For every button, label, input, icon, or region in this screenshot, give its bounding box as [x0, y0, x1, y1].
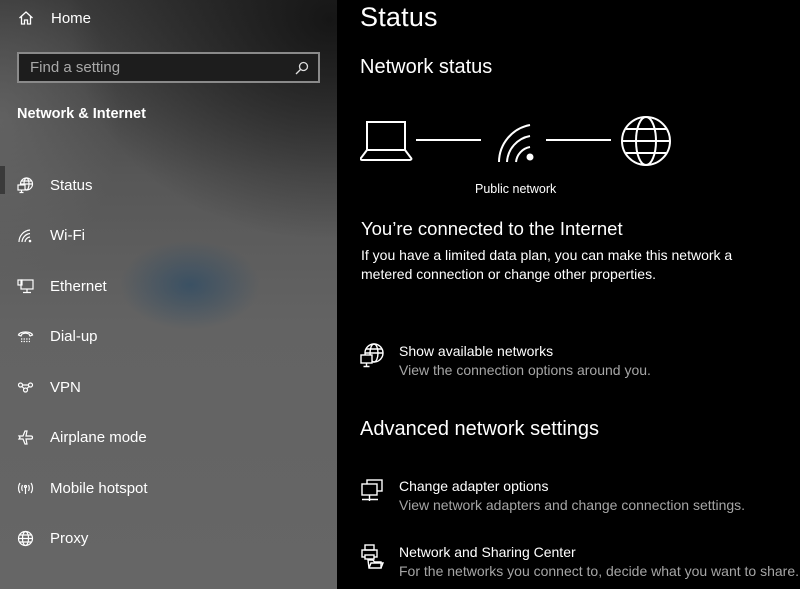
- globe-icon: [17, 531, 34, 547]
- status-globe-icon: [17, 177, 34, 193]
- network-type-label: Public network: [475, 182, 557, 196]
- home-link[interactable]: Home: [18, 8, 91, 28]
- sidebar-item-vpn[interactable]: VPN: [0, 362, 337, 413]
- network-diagram: [360, 116, 671, 166]
- sidebar-item-label: Ethernet: [50, 277, 107, 295]
- sidebar-item-label: Airplane mode: [50, 429, 147, 447]
- sidebar-item-label: Dial-up: [50, 328, 98, 346]
- connection-status-title: You’re connected to the Internet: [361, 218, 623, 239]
- sidebar-item-proxy[interactable]: Proxy: [0, 514, 337, 565]
- advanced-settings-heading: Advanced network settings: [360, 418, 600, 440]
- globe-icon: [621, 116, 671, 166]
- sidebar: Home Network & Internet Status Wi-Fi Eth: [0, 0, 337, 589]
- airplane-icon: [17, 430, 34, 445]
- adapter-monitors-icon: [361, 479, 383, 501]
- link-desc: View network adapters and change connect…: [399, 497, 746, 513]
- link-title: Network and Sharing Center: [399, 544, 576, 560]
- hotspot-icon: [17, 482, 34, 494]
- link-title: Change adapter options: [399, 478, 549, 494]
- sidebar-item-airplane[interactable]: Airplane mode: [0, 413, 337, 464]
- show-available-networks-link[interactable]: Show available networks View the connect…: [360, 342, 651, 380]
- change-adapter-options-link[interactable]: Change adapter options View network adap…: [360, 477, 745, 515]
- network-status-heading: Network status: [360, 56, 493, 78]
- connection-status-desc: If you have a limited data plan, you can…: [361, 247, 733, 282]
- network-globe-icon: [360, 343, 384, 368]
- wifi-icon: [18, 229, 32, 243]
- laptop-icon: [360, 121, 413, 161]
- sidebar-item-dialup[interactable]: Dial-up: [0, 312, 337, 363]
- link-title: Show available networks: [399, 343, 554, 359]
- wifi-icon: [498, 124, 534, 163]
- link-desc: For the networks you connect to, decide …: [399, 563, 799, 579]
- sidebar-item-label: Mobile hotspot: [50, 479, 148, 497]
- sidebar-item-hotspot[interactable]: Mobile hotspot: [0, 463, 337, 514]
- vpn-icon: [17, 382, 34, 393]
- sidebar-item-label: Wi-Fi: [50, 227, 85, 245]
- search-icon[interactable]: [295, 61, 309, 75]
- dialup-phone-icon: [17, 331, 34, 343]
- page-title: Status: [360, 2, 438, 32]
- search-input[interactable]: [19, 54, 295, 81]
- sidebar-nav: Status Wi-Fi Ethernet Dial-up VPN Airpla…: [0, 160, 337, 564]
- sidebar-item-status[interactable]: Status: [0, 160, 337, 211]
- search-box[interactable]: [17, 52, 320, 83]
- sidebar-item-wifi[interactable]: Wi-Fi: [0, 211, 337, 262]
- network-sharing-center-link[interactable]: Network and Sharing Center For the netwo…: [360, 543, 799, 581]
- sidebar-item-label: VPN: [50, 378, 81, 396]
- sharing-center-icon: [361, 544, 385, 569]
- home-label: Home: [51, 9, 92, 27]
- sidebar-item-ethernet[interactable]: Ethernet: [0, 261, 337, 312]
- section-title: Network & Internet: [17, 106, 146, 122]
- sidebar-item-label: Status: [50, 176, 93, 194]
- home-icon: [19, 11, 33, 25]
- ethernet-icon: [17, 279, 34, 293]
- main-content: Status Network status Public network You…: [337, 0, 800, 589]
- sidebar-item-label: Proxy: [50, 530, 89, 548]
- link-desc: View the connection options around you.: [399, 362, 651, 378]
